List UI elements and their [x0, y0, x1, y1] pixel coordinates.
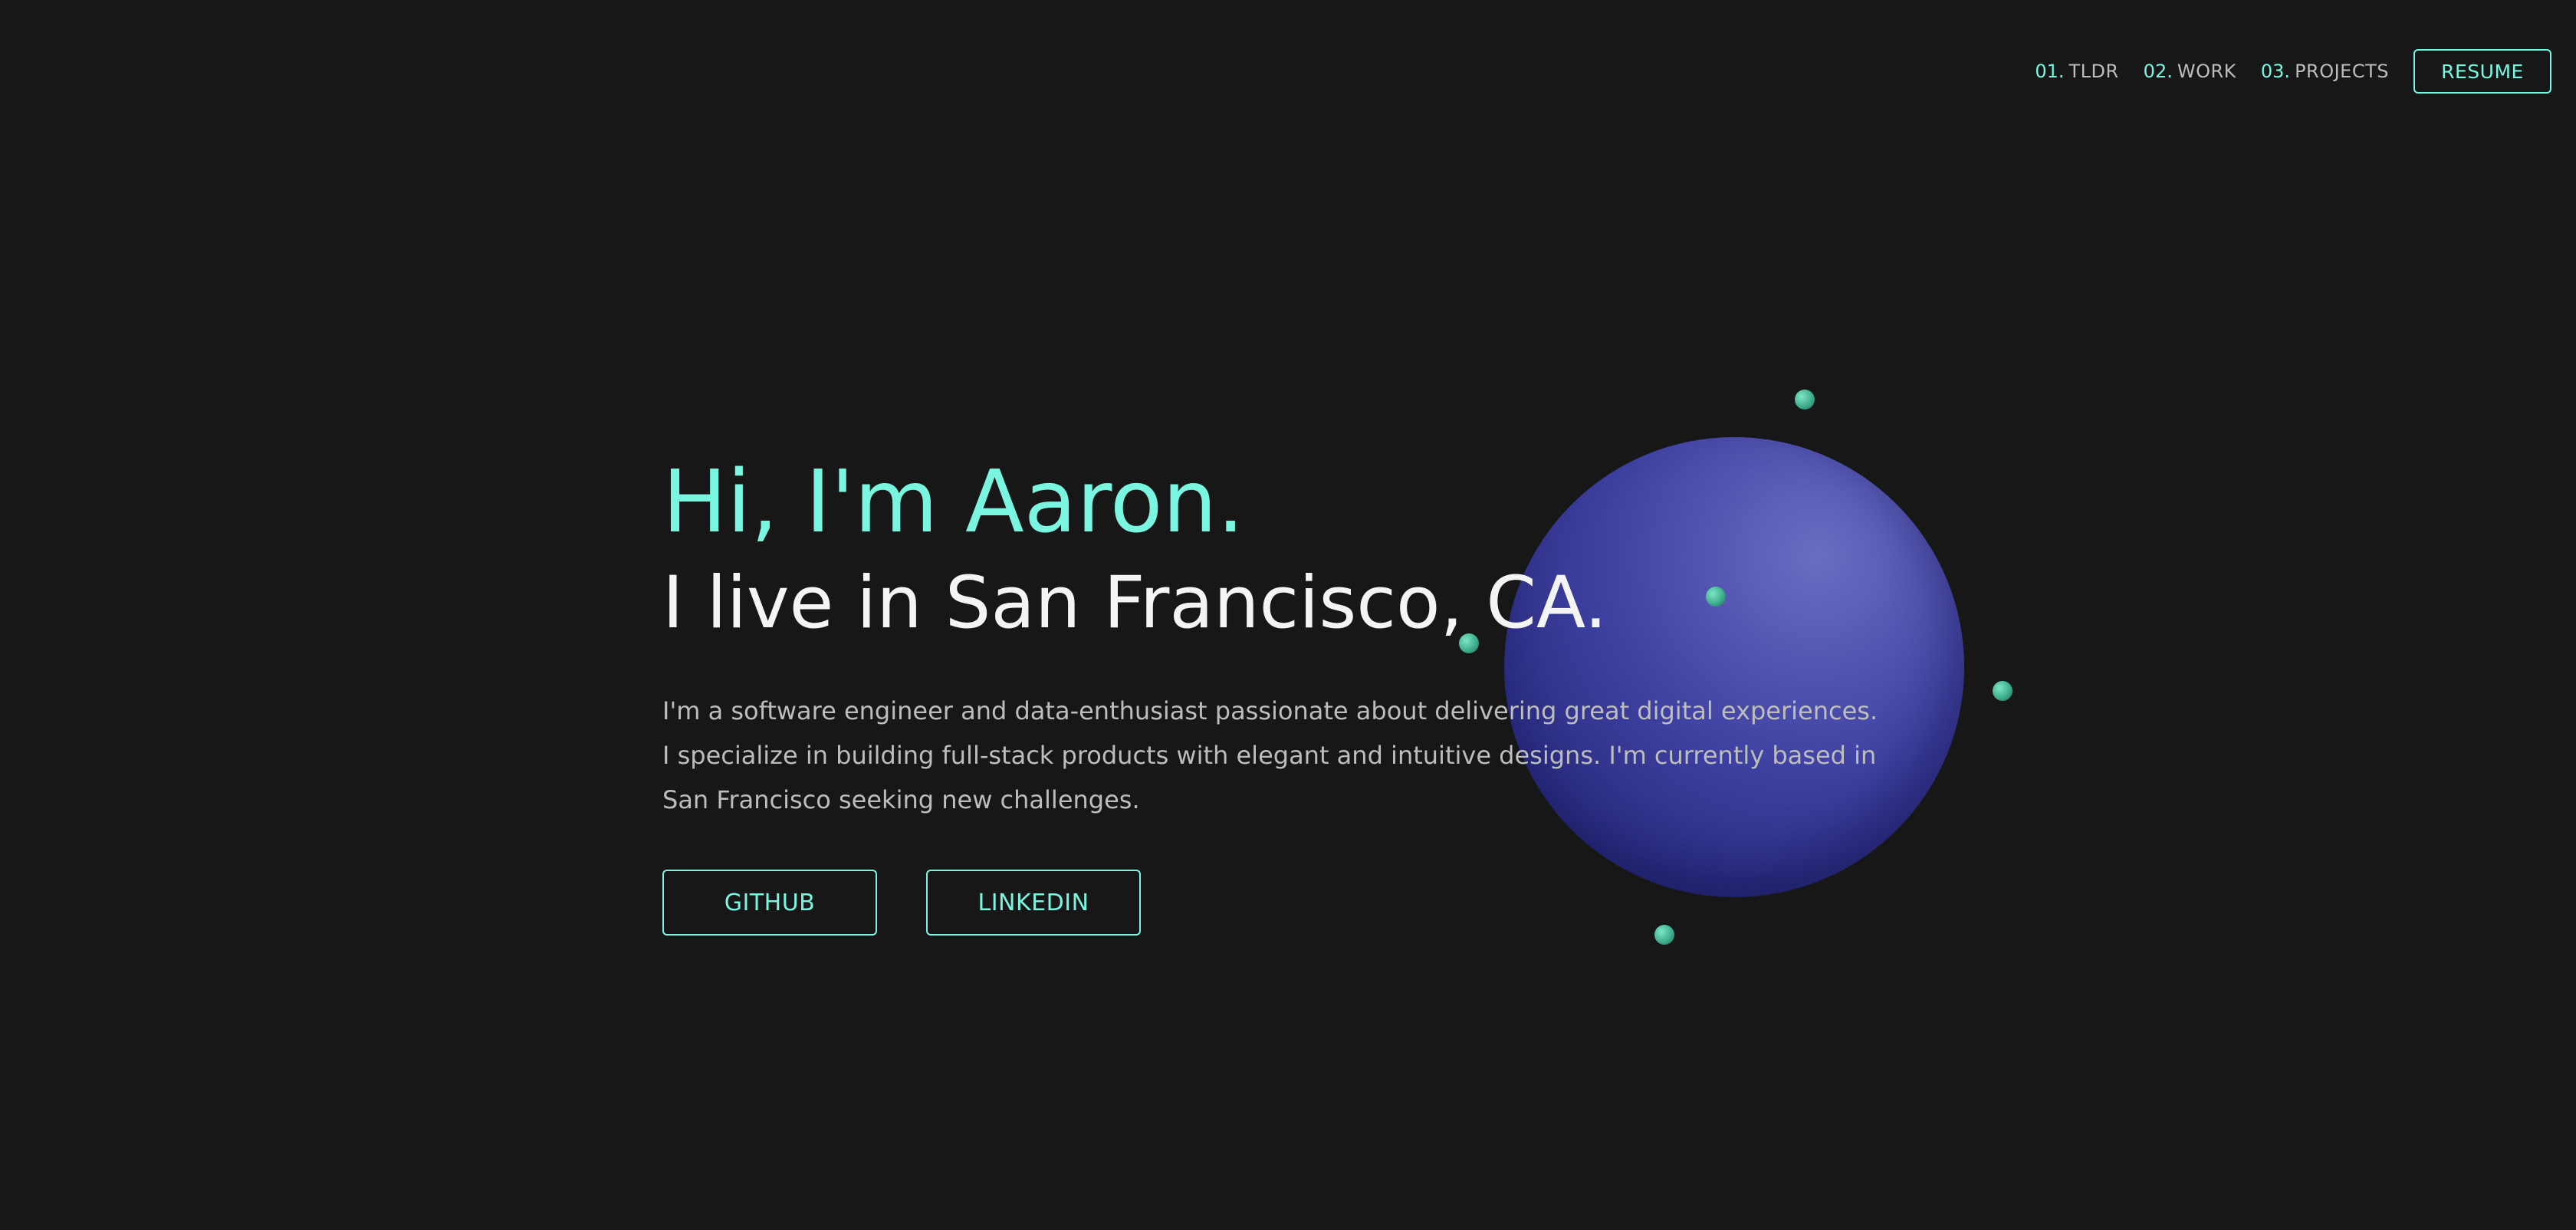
hero-buttons: GITHUB LINKEDIN	[662, 870, 1920, 936]
hero-location: I live in San Francisco, CA.	[662, 561, 1608, 645]
hero-description: I'm a software engineer and data-enthusi…	[662, 696, 1878, 814]
top-nav: 01. TLDR 02. WORK 03. PROJECTS RESUME	[2035, 48, 2551, 95]
github-button[interactable]: GITHUB	[662, 870, 877, 936]
nav-item-tldr[interactable]: 01. TLDR	[2035, 61, 2118, 82]
nav-item-number: 02.	[2143, 61, 2173, 82]
nav-item-label: WORK	[2177, 61, 2236, 82]
nav-item-label: TLDR	[2068, 61, 2119, 82]
nav-item-number: 03.	[2260, 61, 2291, 82]
nav-item-number: 01.	[2035, 61, 2065, 82]
linkedin-button[interactable]: LINKEDIN	[926, 870, 1141, 936]
orbit-dot	[1993, 681, 2013, 701]
resume-button[interactable]: RESUME	[2413, 49, 2551, 94]
hero-section: Hi, I'm Aaron. I live in San Francisco, …	[662, 452, 1920, 936]
nav-item-work[interactable]: 02. WORK	[2144, 61, 2236, 82]
nav-item-label: PROJECTS	[2295, 61, 2389, 82]
orbit-dot	[1795, 390, 1815, 409]
hero-greeting: Hi, I'm Aaron.	[662, 452, 1245, 552]
nav-item-projects[interactable]: 03. PROJECTS	[2261, 61, 2389, 82]
